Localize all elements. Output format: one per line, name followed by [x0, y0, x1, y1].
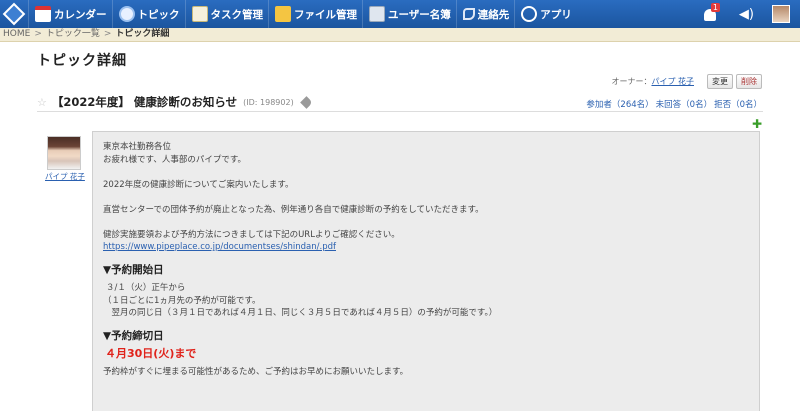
topic-bubble-icon	[118, 6, 135, 22]
phone-icon	[462, 8, 475, 20]
top-navigation-bar: カレンダー トピック タスク管理 ファイル管理 ユーザー名簿 連絡先 アプリ 1…	[0, 0, 800, 28]
logo-mark-icon	[2, 2, 26, 26]
deadline-date: ４月30日(火)まで	[105, 347, 197, 360]
nav-calendar-label: カレンダー	[54, 8, 107, 21]
body-line: 東京本社勤務各位	[103, 142, 172, 152]
breadcrumb-separator: >	[34, 29, 42, 39]
divider	[37, 111, 763, 112]
nav-file[interactable]: ファイル管理	[268, 0, 362, 28]
breadcrumb: HOME > トピック一覧 > トピック詳細	[0, 28, 800, 42]
notification-badge: 1	[710, 3, 721, 12]
unanswered-link[interactable]: 未回答（0名）	[656, 100, 712, 110]
owner-row: オーナー： パイプ 花子 変更 削除	[611, 74, 762, 89]
author-name-link[interactable]: パイプ 花子	[45, 171, 85, 182]
breadcrumb-topic-list[interactable]: トピック一覧	[46, 29, 100, 39]
speaker-icon[interactable]: ◀)	[739, 7, 754, 22]
breadcrumb-current: トピック詳細	[115, 29, 170, 39]
task-clipboard-icon	[191, 6, 208, 22]
add-comment-plus-icon[interactable]: ✚	[752, 117, 762, 131]
response-stats: 参加者（264名） 未回答（0名） 拒否（0名）	[584, 98, 762, 110]
edit-button[interactable]: 変更	[707, 74, 733, 89]
home-logo[interactable]	[0, 0, 28, 28]
section-heading-deadline: ▼予約締切日	[103, 329, 164, 342]
breadcrumb-separator: >	[103, 29, 112, 39]
nav-topic-label: トピック	[137, 8, 180, 21]
body-line: 健診実施要領および予約方法につきましては下記のURLよりご確認ください。	[103, 229, 400, 240]
body-line: ３/１（火）正午から	[106, 283, 186, 293]
nav-contacts-label: 連絡先	[477, 8, 510, 21]
body-line: 直営センターでの団体予約が廃止となった為、例年通り各自で健康診断の予約をしていた…	[103, 204, 484, 215]
notification-bell-button[interactable]: 1	[703, 3, 721, 21]
author-avatar[interactable]	[47, 136, 81, 170]
pin-icon[interactable]	[299, 95, 313, 109]
topic-body: 東京本社勤務各位 お疲れ様です、人事部のパイプです。 2022年度の健康診断につ…	[92, 131, 760, 411]
nav-task-label: タスク管理	[210, 8, 264, 21]
gear-icon	[521, 6, 538, 22]
user-avatar[interactable]	[772, 5, 790, 23]
user-directory-icon	[369, 6, 385, 22]
body-line: 2022年度の健康診断についてご案内いたします。	[103, 179, 294, 190]
nav-topic[interactable]: トピック	[111, 0, 185, 28]
body-line: 翌月の同じ日（３月１日であれば４月１日、同じく３月５日であれば４月５日）の予約が…	[103, 308, 498, 318]
owner-label: オーナー：	[611, 77, 652, 86]
section-heading-start: ▼予約開始日	[103, 263, 164, 276]
topic-title-row: ☆ 【2022年度】 健康診断のお知らせ (ID: 198902)	[37, 94, 313, 110]
body-line: （１日ごとに1ヵ月先の予約が可能です。	[103, 295, 261, 306]
declined-link[interactable]: 拒否（0名）	[714, 100, 762, 110]
nav-calendar[interactable]: カレンダー	[28, 0, 112, 28]
body-line: お疲れ様です、人事部のパイプです。	[103, 154, 246, 165]
delete-button[interactable]: 削除	[736, 74, 762, 89]
favorite-star-icon[interactable]: ☆	[37, 96, 47, 109]
topic-title: 【2022年度】 健康診断のお知らせ	[51, 95, 238, 109]
page-title: トピック詳細	[37, 53, 127, 69]
participants-link[interactable]: 参加者（264名）	[586, 100, 653, 110]
owner-name-link[interactable]: パイプ 花子	[651, 76, 694, 87]
folder-icon	[275, 6, 291, 22]
nav-task[interactable]: タスク管理	[184, 0, 269, 28]
topic-id: (ID: 198902)	[243, 97, 294, 107]
nav-user-directory[interactable]: ユーザー名簿	[362, 0, 456, 28]
nav-file-label: ファイル管理	[294, 8, 357, 21]
nav-user-directory-label: ユーザー名簿	[388, 8, 451, 21]
nav-apps[interactable]: アプリ	[514, 0, 577, 28]
body-line: 予約枠がすぐに埋まる可能性があるため、ご予約はお早めにお願いいたします。	[103, 366, 409, 377]
guideline-url-link[interactable]: https://www.pipeplace.co.jp/documentses/…	[103, 242, 336, 252]
nav-contacts[interactable]: 連絡先	[455, 0, 515, 28]
nav-apps-label: アプリ	[540, 8, 572, 21]
calendar-icon	[35, 6, 51, 22]
breadcrumb-home[interactable]: HOME	[3, 29, 30, 39]
nav-right-tools: 1 ◀)	[703, 0, 800, 28]
